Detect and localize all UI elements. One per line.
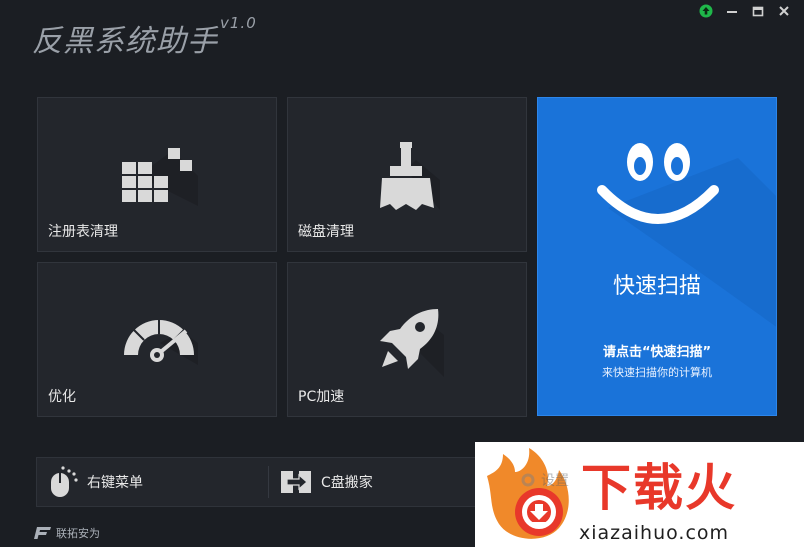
c-drive-move-label: C盘搬家 bbox=[321, 475, 373, 491]
app-title-text: 反黑系统助手 bbox=[32, 24, 218, 59]
gauge-icon bbox=[124, 320, 198, 365]
optimize-tile[interactable]: 优化 bbox=[37, 262, 277, 417]
settings-button[interactable]: 设置 bbox=[519, 470, 569, 490]
brand-logo: 联拓安为 bbox=[34, 525, 100, 541]
mouse-icon bbox=[51, 466, 78, 497]
app-version: v1.0 bbox=[220, 14, 257, 32]
rocket-icon bbox=[380, 309, 444, 377]
quick-scan-tile[interactable]: 快速扫描 请点击“快速扫描” 来快速扫描你的计算机 bbox=[537, 97, 777, 416]
registry-cleanup-label: 注册表清理 bbox=[48, 224, 118, 240]
watermark-overlay: 设置 下载火 xiazaihuo.com bbox=[475, 442, 804, 547]
close-button[interactable] bbox=[772, 2, 796, 20]
pc-speed-tile[interactable]: PC加速 bbox=[287, 262, 527, 417]
quick-scan-title: 快速扫描 bbox=[612, 274, 701, 299]
minimize-button[interactable] bbox=[720, 2, 744, 20]
brand-name: 联拓安为 bbox=[56, 527, 100, 540]
gear-icon bbox=[521, 473, 535, 487]
brand-icon bbox=[34, 527, 51, 539]
app-title: 反黑系统助手v1.0 bbox=[32, 14, 257, 60]
maximize-icon bbox=[752, 6, 764, 17]
registry-cleanup-tile[interactable]: 注册表清理 bbox=[37, 97, 277, 252]
watermark-text: 下载火 bbox=[581, 459, 737, 517]
quick-scan-subtitle: 来快速扫描你的计算机 bbox=[602, 366, 712, 379]
settings-label: 设置 bbox=[541, 473, 569, 489]
registry-grid-icon bbox=[122, 148, 198, 206]
broom-icon bbox=[380, 142, 440, 210]
title-bar: 反黑系统助手v1.0 bbox=[0, 0, 804, 70]
window-controls bbox=[694, 2, 796, 20]
context-menu-label: 右键菜单 bbox=[87, 475, 143, 491]
toolbar-divider bbox=[268, 466, 269, 498]
upgrade-icon bbox=[699, 4, 713, 18]
disk-cleanup-label: 磁盘清理 bbox=[298, 224, 354, 240]
disk-cleanup-tile[interactable]: 磁盘清理 bbox=[287, 97, 527, 252]
quick-scan-hint: 请点击“快速扫描” bbox=[602, 345, 712, 360]
close-icon bbox=[779, 6, 789, 16]
upgrade-button[interactable] bbox=[694, 2, 718, 20]
pc-speed-label: PC加速 bbox=[298, 389, 345, 405]
optimize-label: 优化 bbox=[48, 389, 76, 405]
c-drive-move-button[interactable]: C盘搬家 bbox=[279, 458, 373, 506]
context-menu-button[interactable]: 右键菜单 bbox=[47, 458, 143, 506]
flame-logo-icon bbox=[487, 448, 569, 539]
minimize-icon bbox=[727, 11, 737, 13]
maximize-button[interactable] bbox=[746, 2, 770, 20]
move-drive-icon bbox=[281, 471, 311, 493]
bottom-toolbar: 右键菜单 C盘搬家 bbox=[36, 457, 509, 507]
watermark-url: xiazaihuo.com bbox=[579, 522, 730, 544]
